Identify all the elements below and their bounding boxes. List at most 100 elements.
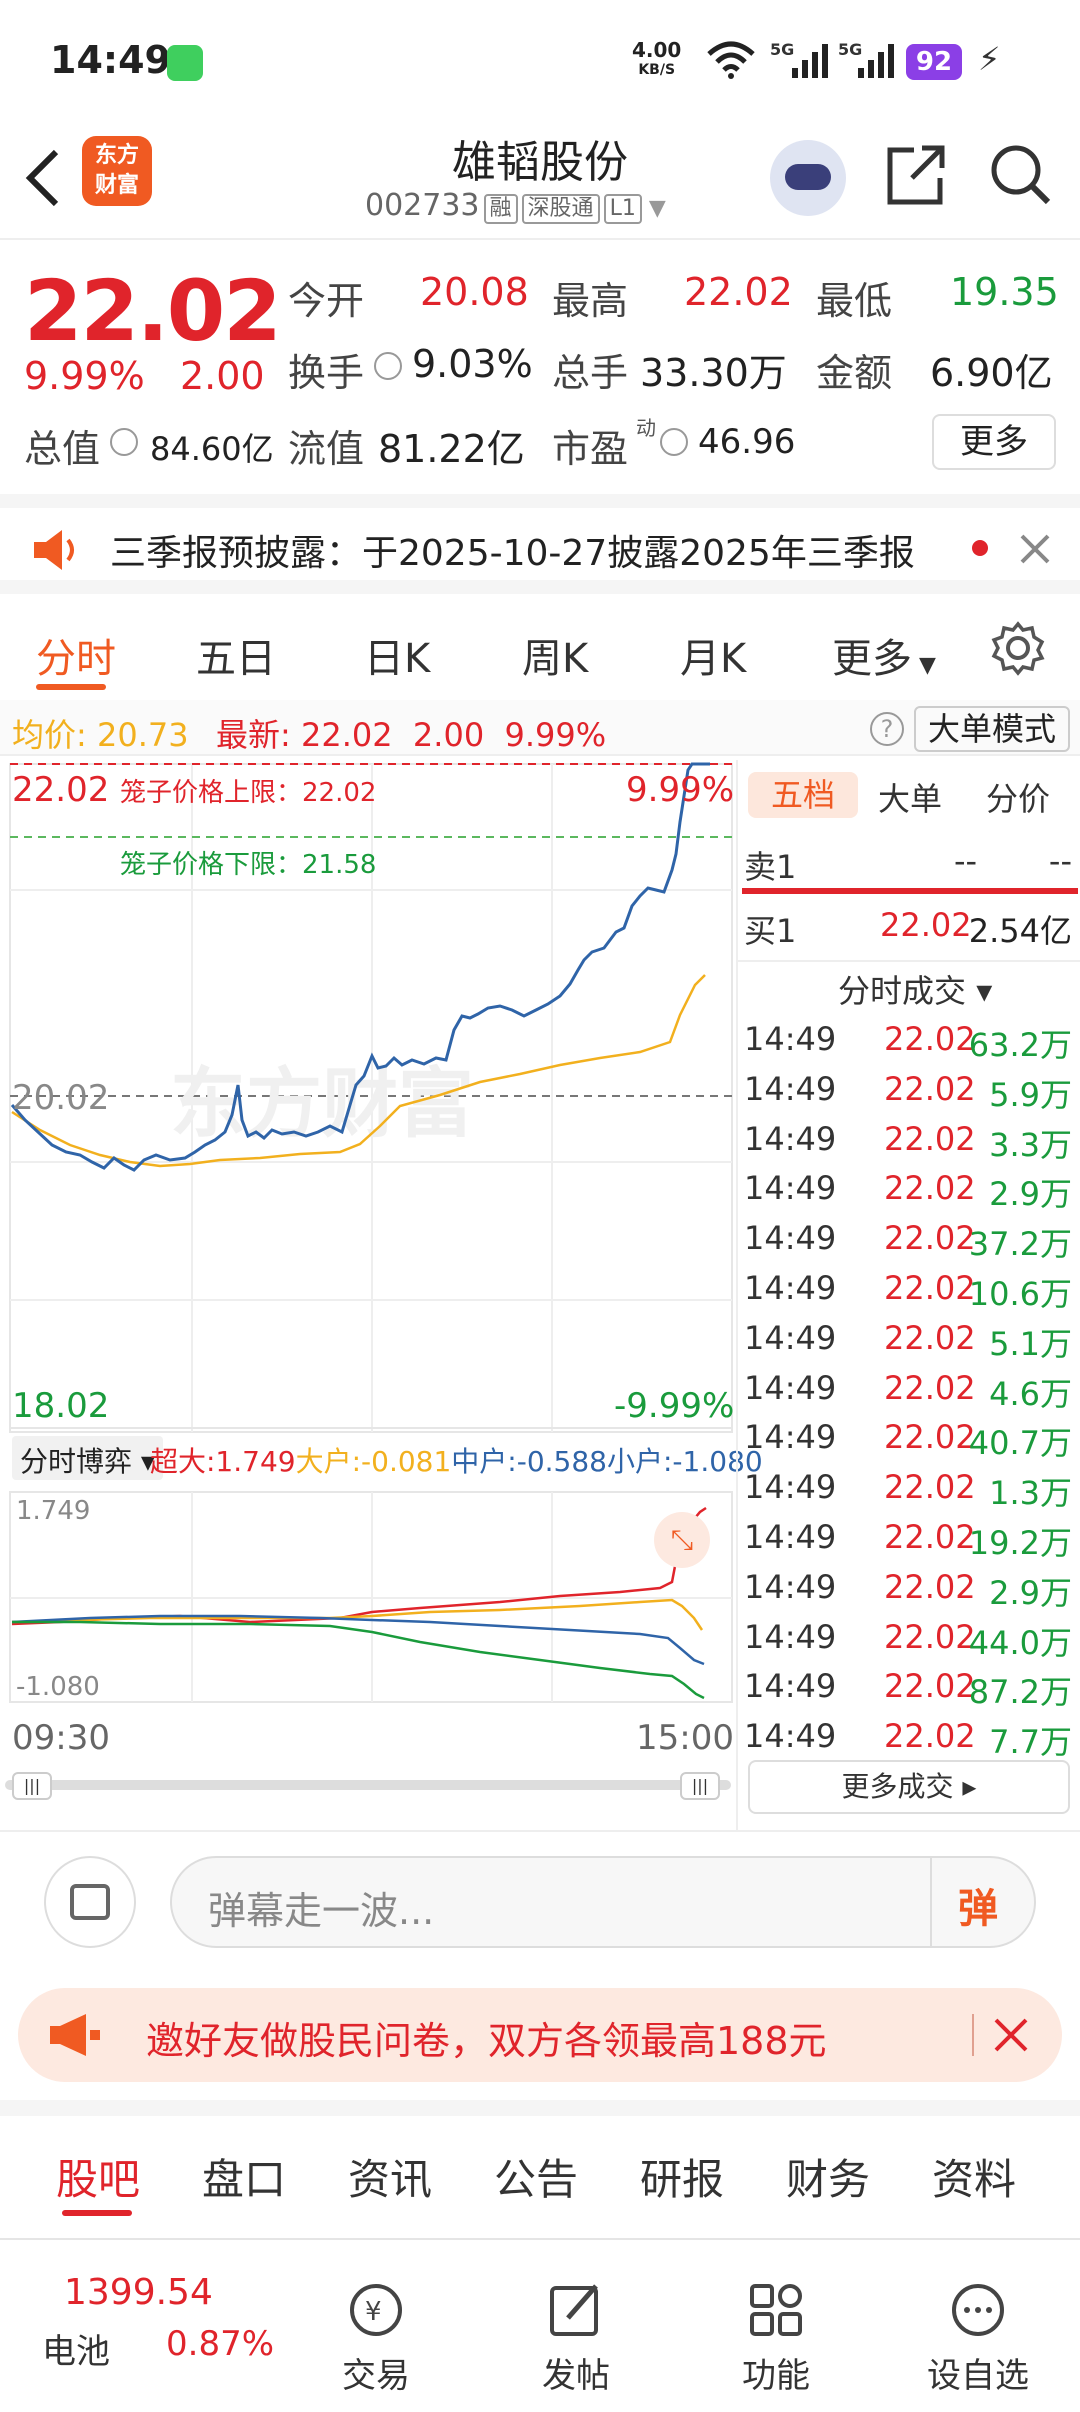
pe-superscript: 动	[636, 416, 656, 440]
info-icon[interactable]	[660, 428, 688, 456]
more-trades-button[interactable]: 更多成交 ▸	[748, 1760, 1070, 1814]
high-value: 22.02	[684, 270, 793, 314]
volume-label: 总手	[552, 351, 629, 395]
trade-row: 14:49 22.02 3.3万	[744, 1119, 1072, 1164]
charging-icon: ⚡	[978, 40, 1001, 78]
index-label[interactable]: 电池	[42, 2324, 110, 2373]
tab-finance[interactable]: 财务	[786, 2146, 870, 2207]
more-quote-button[interactable]: 更多	[932, 414, 1056, 470]
notice-bar[interactable]: 三季报预披露：于2025-10-27披露2025年三季报	[0, 494, 1080, 594]
info-icon[interactable]	[110, 428, 138, 456]
order-book-panel: 五档 大单 分价 卖1 -- -- 买1 22.02 2.54亿 分时成交 ▾ 14:4…	[736, 760, 1080, 1830]
bottom-nav: 1399.54 电池 0.87% ¥ 交易 发帖 功能 设自选	[0, 2238, 1080, 2412]
tab-research[interactable]: 研报	[640, 2146, 724, 2207]
cage-lower-label: 笼子价格下限：21.58	[120, 850, 377, 880]
tab-weekly-k[interactable]: 周K	[522, 626, 588, 684]
net-speed: 4.00 KB/S	[632, 38, 682, 78]
nav-post[interactable]: 发帖	[506, 2240, 646, 2397]
intraday-chart-area: 东方财富 22.02 笼子价格上限：22.02 9.99% 笼子价格下限：21.…	[0, 760, 763, 1830]
tab-5day[interactable]: 五日	[196, 626, 276, 684]
nav-trade[interactable]: ¥ 交易	[306, 2240, 446, 2397]
tab-pankou[interactable]: 盘口	[202, 2146, 286, 2207]
tab-monthly-k[interactable]: 月K	[680, 626, 746, 684]
time-end: 15:00	[636, 1718, 734, 1758]
trade-row: 14:49 22.02 10.6万	[744, 1269, 1072, 1313]
battery-level: 92	[906, 44, 962, 80]
range-handle-left[interactable]: |||	[12, 1772, 52, 1800]
change-percent: 9.99%	[24, 354, 145, 398]
cage-upper-label: 笼子价格上限：22.02	[120, 778, 377, 808]
chart-bottom-price: 18.02	[12, 1386, 110, 1426]
tab-underline	[36, 684, 106, 690]
sell1-row: 卖1 -- --	[744, 842, 1072, 886]
promo-text: 邀好友做股民问卷，双方各领最高188元	[146, 2019, 827, 2063]
tab-guba[interactable]: 股吧	[56, 2146, 140, 2207]
range-handle-right[interactable]: |||	[680, 1772, 720, 1800]
close-icon[interactable]	[1018, 532, 1052, 566]
trade-row: 14:49 22.02 2.9万	[744, 1169, 1072, 1214]
help-icon[interactable]: ?	[870, 712, 904, 746]
speaker-icon	[34, 530, 74, 570]
tab-five-level[interactable]: 五档	[748, 772, 858, 818]
trade-icon: ¥	[350, 2284, 402, 2336]
trade-row: 14:49 22.02 40.7万	[744, 1418, 1072, 1463]
big-order-mode-button[interactable]: 大单模式	[914, 706, 1070, 752]
chart-top-pct: 9.99%	[626, 770, 735, 810]
flow-super-line	[11, 1506, 707, 1626]
trades-title[interactable]: 分时成交 ▾	[838, 966, 992, 1012]
signal-bars-icon	[792, 44, 828, 78]
grid-icon	[750, 2284, 802, 2336]
danmu-settings-icon[interactable]	[44, 1856, 136, 1948]
nav-add-watchlist[interactable]: 设自选	[908, 2240, 1048, 2397]
unread-dot	[972, 540, 988, 556]
megaphone-icon	[50, 2014, 100, 2056]
latest-info: 最新: 22.02 2.00 9.99%	[216, 716, 607, 754]
info-icon[interactable]	[374, 352, 402, 380]
status-time: 14:49	[50, 38, 171, 82]
index-pct[interactable]: 0.87%	[166, 2324, 274, 2364]
content-tabs: 股吧 盘口 资讯 公告 研报 财务 资料	[0, 2100, 1080, 2230]
flow-max: 1.749	[16, 1496, 91, 1526]
open-value: 20.08	[420, 270, 529, 314]
tab-news[interactable]: 资讯	[348, 2146, 432, 2207]
search-icon[interactable]	[986, 140, 1056, 210]
message-app-icon	[167, 45, 203, 81]
back-icon[interactable]	[22, 148, 62, 208]
settings-gear-icon[interactable]	[990, 620, 1046, 676]
float-label: 流值	[288, 427, 365, 471]
flow-legend: 超大:1.749大户:-0.081中户:-0.588小户:-1.080	[150, 1445, 763, 1478]
ai-assistant-icon[interactable]	[770, 140, 846, 216]
trade-row: 14:49 22.02 1.3万	[744, 1468, 1072, 1513]
index-value[interactable]: 1399.54	[64, 2272, 213, 2313]
nav-functions[interactable]: 功能	[706, 2240, 846, 2397]
tab-daily-k[interactable]: 日K	[364, 626, 430, 684]
trade-row: 14:49 22.02 63.2万	[744, 1020, 1072, 1064]
notice-text: 三季报预披露：于2025-10-27披露2025年三季报	[110, 533, 915, 574]
tab-big-order[interactable]: 大单	[878, 774, 942, 820]
tab-profile[interactable]: 资料	[932, 2146, 1016, 2207]
danmu-input[interactable]: 弹幕走一波... 弹	[170, 1856, 1036, 1948]
avg-price-bar: 均价: 20.73 最新: 22.02 2.00 9.99% ? 大单模式	[0, 700, 1080, 756]
mcap-value: 84.60亿	[150, 430, 274, 468]
tab-more[interactable]: 更多 ▼	[832, 626, 936, 684]
stock-header: 东方 财富 雄韬股份 002733 融深股通 L1 ▼	[0, 120, 1080, 240]
chart-mid-price: 20.02	[12, 1078, 110, 1118]
trade-row: 14:49 22.02 44.0万	[744, 1617, 1072, 1662]
open-label: 今开	[288, 279, 365, 323]
eastmoney-logo: 东方 财富	[82, 136, 152, 206]
tab-announcements[interactable]: 公告	[494, 2146, 578, 2207]
promo-banner[interactable]: 邀好友做股民问卷，双方各领最高188元	[18, 1988, 1062, 2082]
low-value: 19.35	[950, 270, 1059, 314]
chart-bottom-pct: -9.99%	[614, 1386, 735, 1426]
flow-game-dropdown[interactable]: 分时博弈 ▾	[12, 1436, 163, 1480]
share-icon[interactable]	[884, 140, 948, 210]
chart-top-price: 22.02	[12, 770, 110, 810]
danmu-send-button[interactable]: 弹	[958, 1876, 998, 1934]
amount-value: 6.90亿	[930, 351, 1053, 395]
promo-close-icon[interactable]	[992, 2016, 1030, 2054]
intraday-chart[interactable]: 东方财富	[0, 760, 736, 1830]
expand-icon[interactable]: ⤡	[654, 1512, 710, 1568]
tab-intraday[interactable]: 分时	[36, 626, 116, 684]
current-price: 22.02	[24, 262, 282, 360]
tab-price-dist[interactable]: 分价	[986, 774, 1050, 820]
